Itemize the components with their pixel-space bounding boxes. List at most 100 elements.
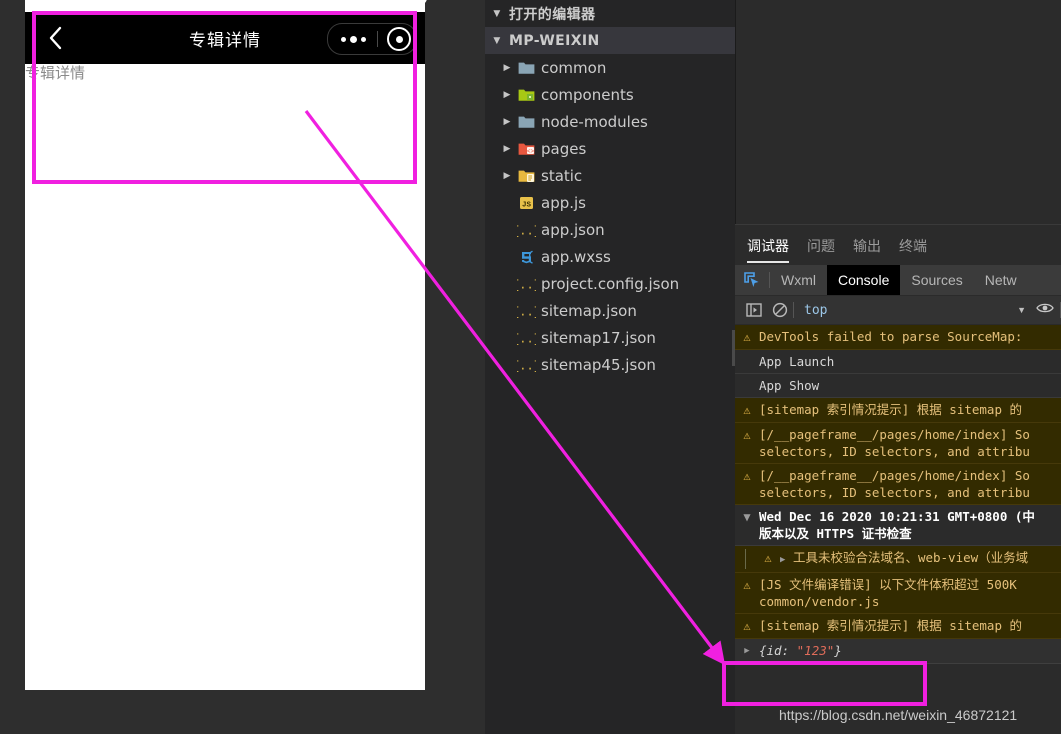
console-message-text: App Launch <box>759 354 835 369</box>
explorer-item-label: components <box>541 85 634 104</box>
object-value: "123" <box>796 643 835 658</box>
console-prompt[interactable]: > <box>735 725 1061 734</box>
chevron-down-icon[interactable] <box>489 9 505 19</box>
console-message-info[interactable]: App Launch <box>735 350 1061 374</box>
warning-triangle-icon: ⚠ <box>743 403 751 417</box>
svg-text:{..}: {..} <box>517 359 536 373</box>
explorer-item-project-config-json[interactable]: {..} project.config.json <box>485 270 735 297</box>
highlight-box-simulator <box>32 11 417 184</box>
explorer-item-sitemap-json[interactable]: {..} sitemap.json <box>485 297 735 324</box>
svg-text:{..}: {..} <box>517 332 536 346</box>
explorer-item-label: static <box>541 166 583 185</box>
explorer-section-label: MP-WEIXIN <box>509 32 600 49</box>
explorer-sections: 打开的编辑器 MP-WEIXIN <box>485 0 735 54</box>
devtools-panel-tab-输出[interactable]: 输出 <box>853 236 881 265</box>
explorer-item-static[interactable]: static <box>485 162 735 189</box>
eye-icon[interactable] <box>1036 301 1054 319</box>
explorer-item-common[interactable]: common <box>485 54 735 81</box>
warning-triangle-icon: ⚠ <box>743 428 751 442</box>
explorer-item-label: pages <box>541 139 587 158</box>
css-file-icon: 〔 <box>515 249 537 265</box>
explorer-item-label: app.wxss <box>541 247 611 266</box>
folder-blue-icon <box>515 60 537 76</box>
console-message-warn[interactable]: ⚠ [/__pageframe__/pages/home/index] So se… <box>735 464 1061 505</box>
devtools-panel-tab-终端[interactable]: 终端 <box>899 236 927 265</box>
explorer-item-pages[interactable]: <> pages <box>485 135 735 162</box>
explorer-item-label: sitemap45.json <box>541 355 656 374</box>
console-message-group[interactable]: ▼ Wed Dec 16 2020 10:21:31 GMT+0800 (中 版本… <box>735 505 1061 546</box>
console-message-warn[interactable]: ⚠ [JS 文件编译错误] 以下文件体积超过 500K common/vendor… <box>735 573 1061 614</box>
chevron-right-icon[interactable] <box>499 144 515 154</box>
explorer-item-app-js[interactable]: JS app.js <box>485 189 735 216</box>
console-result-text: {id: "123"} <box>759 642 1061 659</box>
console-message-nested[interactable]: ⚠ ▶ 工具未校验合法域名、web-view（业务域 <box>735 546 1061 573</box>
explorer-section-open-editors[interactable]: 打开的编辑器 <box>485 0 735 27</box>
console-message-info[interactable]: App Show <box>735 374 1061 398</box>
chevron-right-icon[interactable] <box>499 90 515 100</box>
svg-text:{..}: {..} <box>517 278 536 292</box>
console-message-warn[interactable]: ⚠ [sitemap 索引情况提示] 根据 sitemap 的 <box>735 614 1061 639</box>
json-file-icon: {..} <box>515 357 537 373</box>
warning-triangle-icon: ⚠ <box>743 578 751 592</box>
folder-red-icon: <> <box>515 141 537 157</box>
explorer-item-sitemap45-json[interactable]: {..} sitemap45.json <box>485 351 735 378</box>
console-sidebar-icon[interactable] <box>741 297 767 323</box>
explorer-item-components[interactable]: components <box>485 81 735 108</box>
object-suffix: } <box>834 643 842 658</box>
explorer-section-project[interactable]: MP-WEIXIN <box>485 27 735 54</box>
console-message-warn[interactable]: ⚠ DevTools failed to parse SourceMap: <box>735 325 1061 350</box>
explorer-item-app-json[interactable]: {..} app.json <box>485 216 735 243</box>
console-context-select[interactable]: top <box>804 303 827 318</box>
devtools-tab-netw[interactable]: Netw <box>974 265 1028 295</box>
devtools-panel-tabs: 调试器 问题 输出 终端 <box>735 225 1061 265</box>
console-message-text: [/__pageframe__/pages/home/index] So sel… <box>759 427 1030 459</box>
svg-text:{..}: {..} <box>517 305 536 319</box>
explorer-item-label: sitemap.json <box>541 301 637 320</box>
svg-text:<>: <> <box>526 148 534 155</box>
explorer-item-label: project.config.json <box>541 274 680 293</box>
devtools-tab-sources[interactable]: Sources <box>900 265 973 295</box>
devtools-panel-tab-调试器[interactable]: 调试器 <box>747 236 789 265</box>
json-file-icon: {..} <box>515 276 537 292</box>
chevron-right-icon[interactable] <box>499 63 515 73</box>
console-message-warn[interactable]: ⚠ [/__pageframe__/pages/home/index] So se… <box>735 423 1061 464</box>
console-message-warn[interactable]: ⚠ [sitemap 索引情况提示] 根据 sitemap 的 <box>735 398 1061 423</box>
chevron-right-icon[interactable] <box>499 117 515 127</box>
explorer-item-label: node-modules <box>541 112 648 131</box>
json-file-icon: {..} <box>515 303 537 319</box>
console-message-text: [JS 文件编译错误] 以下文件体积超过 500K common/vendor.… <box>759 577 1017 609</box>
warning-triangle-icon: ⚠ <box>743 330 751 344</box>
console-message-text: [sitemap 索引情况提示] 根据 sitemap 的 <box>759 618 1023 633</box>
clear-console-icon[interactable] <box>767 297 793 323</box>
simulator-status-notch <box>371 0 427 5</box>
explorer-item-label: app.json <box>541 220 605 239</box>
chevron-down-icon[interactable]: ▼ <box>1017 305 1026 315</box>
folder-green-icon <box>515 87 537 103</box>
js-file-icon: JS <box>515 195 537 211</box>
devtools-tab-wxml[interactable]: Wxml <box>770 265 827 295</box>
console-message-text: [/__pageframe__/pages/home/index] So sel… <box>759 468 1030 500</box>
devtools-tab-group: Wxml Console Sources Netw <box>770 265 1028 295</box>
explorer-item-node-modules[interactable]: node-modules <box>485 108 735 135</box>
chevron-down-icon[interactable] <box>489 36 505 46</box>
warning-triangle-icon: ⚠ <box>743 469 751 483</box>
chevron-right-icon[interactable]: ▶ <box>780 555 785 565</box>
triangle-down-icon[interactable]: ▼ <box>735 508 759 526</box>
console-toolbar: top ▼ <box>735 296 1061 325</box>
chevron-right-icon[interactable] <box>499 171 515 181</box>
editor-pane[interactable] <box>735 0 1061 224</box>
message-gutter <box>735 377 759 378</box>
devtools-panel-tab-问题[interactable]: 问题 <box>807 236 835 265</box>
inspect-element-icon[interactable] <box>735 265 769 295</box>
svg-text:JS: JS <box>521 201 531 209</box>
object-expand-arrow-icon[interactable]: ▶ <box>735 642 759 660</box>
highlight-box-console-result <box>722 661 927 706</box>
console-message-text: [sitemap 索引情况提示] 根据 sitemap 的 <box>759 402 1023 417</box>
explorer-item-sitemap17-json[interactable]: {..} sitemap17.json <box>485 324 735 351</box>
devtools-tab-console[interactable]: Console <box>827 265 901 295</box>
explorer-item-app-wxss[interactable]: 〔app.wxss <box>485 243 735 270</box>
toolbar-divider <box>793 302 794 318</box>
svg-text:{..}: {..} <box>517 224 536 238</box>
console-message-text: DevTools failed to parse SourceMap: <box>759 329 1023 344</box>
devtools-tabbar: Wxml Console Sources Netw <box>735 265 1061 296</box>
